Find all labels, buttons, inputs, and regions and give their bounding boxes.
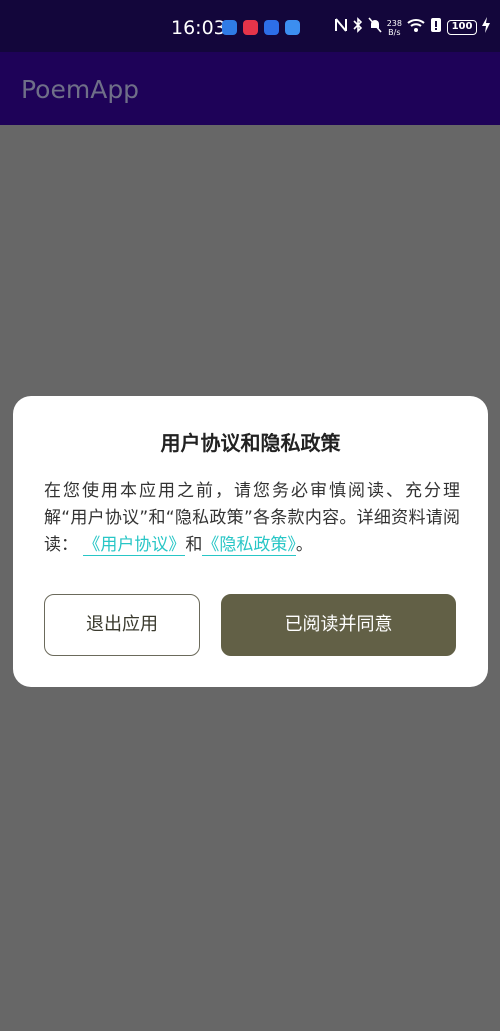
- dialog-title: 用户协议和隐私政策: [160, 431, 341, 455]
- charging-icon: [482, 17, 490, 38]
- status-bar: 16:03 238 B/s 100: [0, 0, 500, 52]
- network-speed-unit: B/s: [388, 27, 401, 37]
- end-punctuation: 。: [295, 535, 313, 555]
- exit-app-button[interactable]: 退出应用: [44, 594, 200, 656]
- app-bar: PoemApp: [0, 52, 500, 125]
- user-agreement-link[interactable]: 《用户协议》: [83, 535, 186, 556]
- nfc-icon: [334, 17, 348, 38]
- screen: 16:03 238 B/s 100 PoemApp 用户协议和隐私政策 在您使用…: [0, 0, 500, 1031]
- privacy-dialog: 用户协议和隐私政策 在您使用本应用之前，请您务必审慎阅读、充分理解“用户协议”和…: [13, 396, 488, 687]
- alert-icon: [430, 17, 442, 38]
- notification-app-icon: [264, 20, 279, 35]
- agree-button[interactable]: 已阅读并同意: [221, 594, 456, 656]
- network-speed-value: 238: [386, 18, 402, 28]
- notification-app-icon: [243, 20, 258, 35]
- conjunction-text: 和: [185, 535, 203, 555]
- mute-icon: [368, 17, 382, 38]
- bluetooth-icon: [353, 17, 363, 38]
- app-title: PoemApp: [21, 75, 140, 104]
- notification-app-icon: [285, 20, 300, 35]
- dialog-message: 在您使用本应用之前，请您务必审慎阅读、充分理解“用户协议”和“隐私政策”各条款内…: [44, 478, 460, 559]
- dialog-body: 在您使用本应用之前，请您务必审慎阅读、充分理解“用户协议”和“隐私政策”各条款内…: [44, 478, 460, 559]
- wifi-icon: [407, 18, 425, 37]
- system-icons: 238 B/s 100: [334, 17, 490, 38]
- battery-indicator: 100: [447, 20, 477, 35]
- notification-app-icon: [222, 20, 237, 35]
- network-speed: 238 B/s: [387, 19, 402, 37]
- status-time: 16:03: [171, 17, 226, 39]
- notification-icons: [222, 20, 300, 35]
- privacy-policy-link[interactable]: 《隐私政策》: [202, 535, 296, 556]
